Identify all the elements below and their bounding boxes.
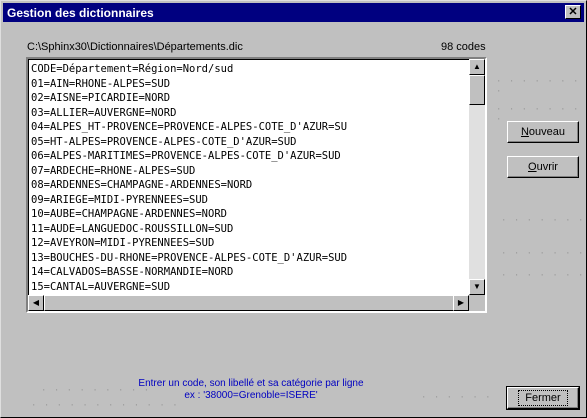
editor-line: 12=AVEYRON=MIDI-PYRENNEES=SUD bbox=[31, 237, 215, 249]
editor-line: 14=CALVADOS=BASSE-NORMANDIE=NORD bbox=[31, 266, 234, 278]
editor-line: 10=AUBE=CHAMPAGNE-ARDENNES=NORD bbox=[31, 208, 227, 220]
editor-line: 11=AUDE=LANGUEDOC-ROUSSILLON=SUD bbox=[31, 222, 234, 235]
dot-pattern: · · · · · · · bbox=[501, 271, 585, 281]
fermer-label: Fermer bbox=[518, 390, 568, 406]
horizontal-scroll-thumb[interactable] bbox=[44, 295, 464, 311]
editor-line: 04=ALPES_HT-PROVENCE=PROVENCE-ALPES-COTE… bbox=[31, 121, 348, 133]
horizontal-scrollbar[interactable]: ◀ ▶ bbox=[28, 295, 469, 311]
vertical-scrollbar[interactable]: ▲ ▼ bbox=[469, 59, 485, 295]
close-icon[interactable]: ✕ bbox=[565, 5, 581, 19]
editor-line: 03=ALLIER=AUVERGNE=NORD bbox=[31, 106, 177, 119]
dot-pattern: · · · · · · bbox=[421, 393, 492, 403]
scroll-corner bbox=[469, 295, 485, 311]
editor-line: 15=CANTAL=AUVERGNE=SUD bbox=[31, 280, 171, 293]
code-count-label: 98 codes bbox=[441, 41, 486, 53]
editor-line: 01=AIN=RHONE-ALPES=SUD bbox=[31, 77, 171, 90]
title-bar[interactable]: Gestion des dictionnaires ✕ bbox=[3, 3, 584, 22]
help-text: Entrer un code, son libellé et sa catégo… bbox=[101, 378, 401, 402]
window-title: Gestion des dictionnaires bbox=[7, 6, 154, 20]
ouvrir-button[interactable]: Ouvrir bbox=[507, 156, 579, 178]
scroll-up-icon[interactable]: ▲ bbox=[469, 59, 485, 75]
dictionary-editor[interactable]: CODE=Département=Région=Nord/sud 01=AIN=R… bbox=[26, 57, 487, 313]
editor-line: CODE=Département=Région=Nord/sud bbox=[31, 63, 234, 75]
dictionary-dialog: Gestion des dictionnaires ✕ C:\Sphinx30\… bbox=[0, 0, 587, 418]
vertical-scroll-thumb[interactable] bbox=[469, 75, 485, 105]
nouveau-label: ouveau bbox=[528, 126, 566, 138]
nouveau-accesskey: N bbox=[520, 126, 529, 138]
ouvrir-accesskey: O bbox=[528, 161, 537, 173]
editor-line: 02=AISNE=PICARDIE=NORD bbox=[31, 92, 171, 104]
help-text-line-2: ex : '38000=Grenoble=ISERE' bbox=[184, 390, 318, 401]
editor-line: 13=BOUCHES-DU-RHONE=PROVENCE-ALPES-COTE_… bbox=[31, 251, 348, 264]
help-text-line-1: Entrer un code, son libellé et sa catégo… bbox=[138, 378, 364, 389]
scroll-left-icon[interactable]: ◀ bbox=[28, 295, 44, 311]
ouvrir-label: uvrir bbox=[536, 161, 558, 173]
dot-pattern: · · · · · · · · bbox=[496, 77, 580, 97]
editor-line: 06=ALPES-MARITIMES=PROVENCE-ALPES-COTE_D… bbox=[31, 150, 341, 162]
dot-pattern: · · · · · · · bbox=[501, 249, 585, 259]
editor-line: 08=ARDENNES=CHAMPAGNE-ARDENNES=NORD bbox=[31, 179, 253, 191]
fermer-button[interactable]: Fermer bbox=[506, 386, 580, 410]
dot-pattern: · · · · · · · · · · · · bbox=[31, 401, 179, 411]
nouveau-button[interactable]: Nouveau bbox=[507, 121, 579, 143]
scroll-down-icon[interactable]: ▼ bbox=[469, 279, 485, 295]
editor-line: 09=ARIEGE=MIDI-PYRENNEES=SUD bbox=[31, 193, 209, 206]
dot-pattern: · · · · · · · bbox=[501, 216, 585, 226]
scroll-right-icon[interactable]: ▶ bbox=[453, 295, 469, 311]
file-path-label: C:\Sphinx30\Dictionnaires\Départements.d… bbox=[27, 41, 243, 53]
editor-line: 07=ARDECHE=RHONE-ALPES=SUD bbox=[31, 164, 196, 177]
editor-text[interactable]: CODE=Département=Région=Nord/sud 01=AIN=R… bbox=[31, 62, 471, 294]
editor-line: 05=HT-ALPES=PROVENCE-ALPES-COTE_D'AZUR=S… bbox=[31, 135, 297, 148]
